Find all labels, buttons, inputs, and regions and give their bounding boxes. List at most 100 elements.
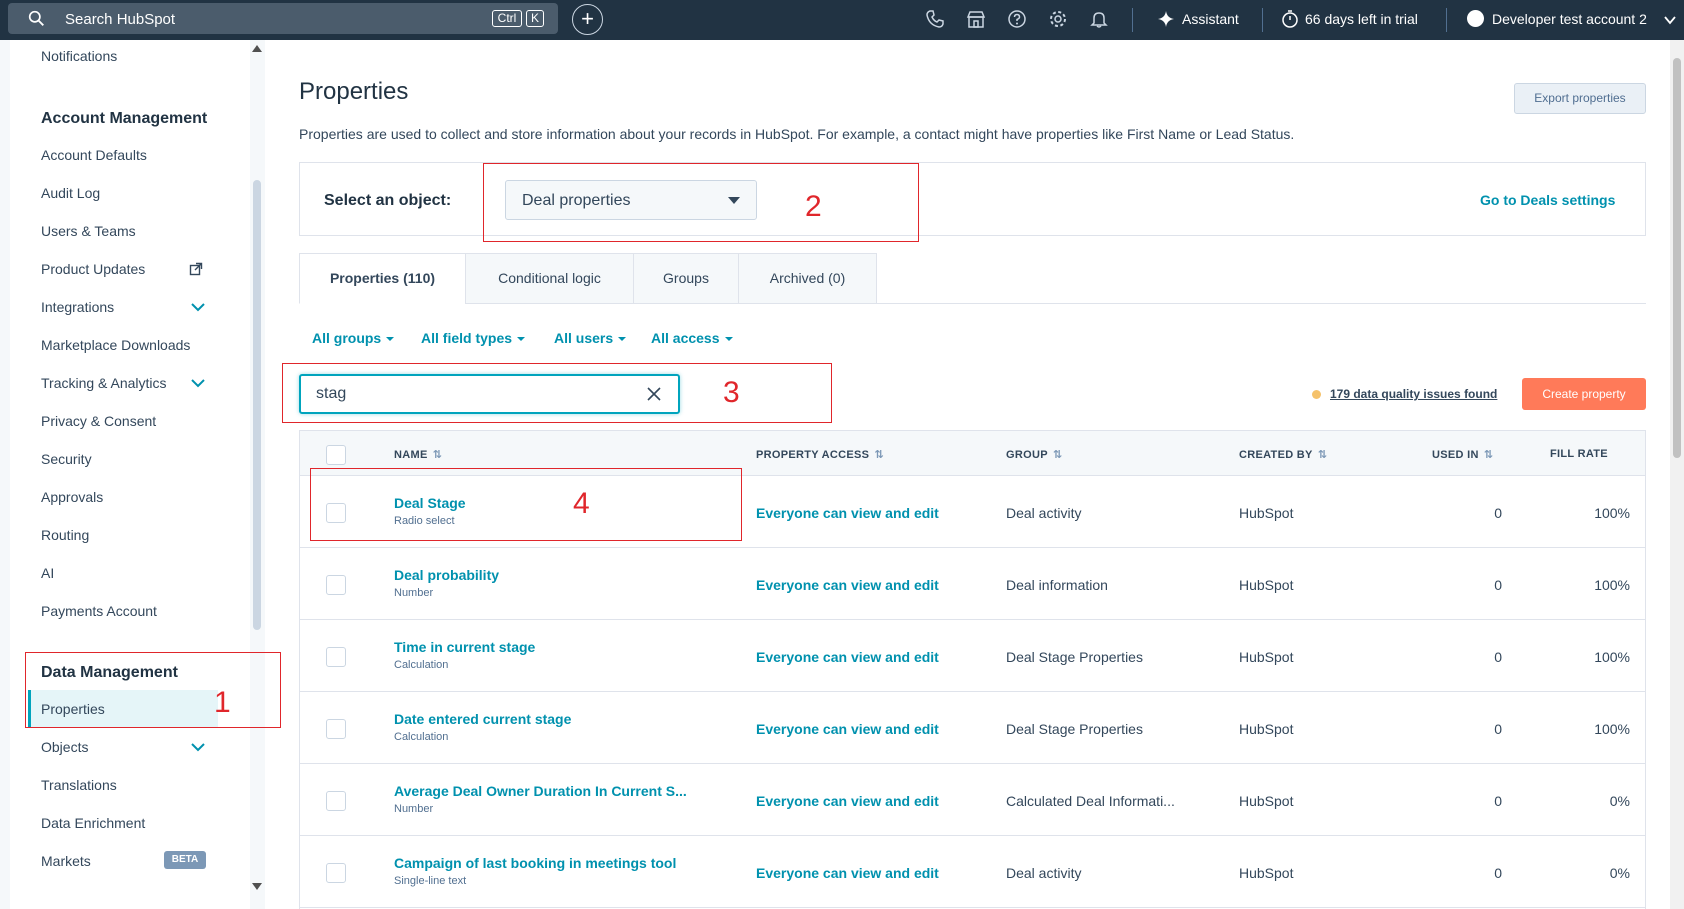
sidebar-item-security[interactable]: Security: [41, 451, 92, 467]
property-name-link[interactable]: Date entered current stage: [394, 711, 571, 727]
property-access-link[interactable]: Everyone can view and edit: [756, 865, 939, 881]
row-checkbox[interactable]: [326, 647, 346, 667]
column-header-name[interactable]: NAME ⇅: [394, 448, 442, 461]
property-fill-rate: 100%: [1594, 577, 1630, 593]
sidebar-item-translations[interactable]: Translations: [41, 777, 117, 793]
column-header-created-by[interactable]: CREATED BY ⇅: [1239, 448, 1327, 461]
sidebar-item-data-enrichment[interactable]: Data Enrichment: [41, 815, 145, 831]
page-description: Properties are used to collect and store…: [299, 126, 1295, 142]
filter-all-access[interactable]: All access: [651, 330, 733, 346]
row-checkbox[interactable]: [326, 863, 346, 883]
row-checkbox[interactable]: [326, 575, 346, 595]
column-header-property-access[interactable]: PROPERTY ACCESS ⇅: [756, 448, 884, 461]
property-created-by: HubSpot: [1239, 793, 1294, 809]
table-row: Average Deal Owner Duration In Current S…: [300, 764, 1645, 836]
help-icon[interactable]: [1007, 9, 1027, 29]
property-name-link[interactable]: Time in current stage: [394, 639, 535, 655]
chevron-down-icon[interactable]: [190, 299, 206, 315]
chevron-down-icon[interactable]: [190, 739, 206, 755]
property-access-link[interactable]: Everyone can view and edit: [756, 505, 939, 521]
sidebar-item-tracking-analytics[interactable]: Tracking & Analytics: [41, 375, 167, 391]
sidebar-item-objects[interactable]: Objects: [41, 739, 88, 755]
property-fill-rate: 100%: [1594, 505, 1630, 521]
sort-icon: ⇅: [1052, 449, 1063, 461]
filter-all-field-types[interactable]: All field types: [421, 330, 526, 346]
global-search-box[interactable]: Search HubSpot Ctrl K: [8, 3, 558, 34]
property-access-link[interactable]: Everyone can view and edit: [756, 793, 939, 809]
tab-groups[interactable]: Groups: [633, 253, 739, 304]
property-name-link[interactable]: Average Deal Owner Duration In Current S…: [394, 783, 687, 799]
sidebar-item-integrations[interactable]: Integrations: [41, 299, 114, 315]
data-quality-issues-link[interactable]: 179 data quality issues found: [1330, 387, 1497, 401]
sidebar-item-approvals[interactable]: Approvals: [41, 489, 103, 505]
row-checkbox[interactable]: [326, 791, 346, 811]
caret-down-icon: [386, 337, 395, 342]
property-used-in: 0: [1494, 793, 1502, 809]
phone-icon[interactable]: [925, 9, 945, 29]
chevron-down-icon[interactable]: [1663, 13, 1677, 27]
sidebar-item-privacy-consent[interactable]: Privacy & Consent: [41, 413, 156, 429]
sidebar-scrollbar-thumb[interactable]: [253, 180, 261, 630]
settings-gear-icon[interactable]: [1048, 9, 1068, 29]
page-title: Properties: [299, 78, 409, 105]
notifications-bell-icon[interactable]: [1089, 9, 1109, 29]
sidebar-item-notifications[interactable]: Notifications: [41, 48, 117, 64]
sidebar-item-ai[interactable]: AI: [41, 565, 54, 581]
account-avatar[interactable]: [1467, 10, 1484, 27]
table-row: Date entered current stage Calculation E…: [300, 692, 1645, 764]
sidebar-item-markets[interactable]: Markets: [41, 853, 91, 869]
sidebar-item-payments-account[interactable]: Payments Account: [41, 603, 157, 619]
sidebar-item-users-teams[interactable]: Users & Teams: [41, 223, 136, 239]
header-label: USED IN: [1432, 449, 1479, 461]
sidebar-item-audit-log[interactable]: Audit Log: [41, 185, 100, 201]
caret-down-icon: [517, 337, 526, 342]
annotation-box-3: [282, 363, 832, 423]
property-group: Deal activity: [1006, 505, 1082, 521]
create-new-button[interactable]: +: [572, 4, 603, 35]
page-scrollbar-thumb[interactable]: [1673, 58, 1681, 458]
scroll-down-arrow-icon[interactable]: [252, 883, 262, 891]
select-all-checkbox[interactable]: [326, 445, 346, 465]
export-properties-button[interactable]: Export properties: [1514, 83, 1646, 114]
column-header-group[interactable]: GROUP ⇅: [1006, 448, 1062, 461]
filter-label: All access: [651, 330, 720, 346]
property-access-link[interactable]: Everyone can view and edit: [756, 577, 939, 593]
assistant-button[interactable]: Assistant: [1182, 11, 1239, 27]
create-property-button[interactable]: Create property: [1522, 378, 1646, 410]
header-label: CREATED BY: [1239, 449, 1313, 461]
property-type: Calculation: [394, 659, 449, 671]
annotation-box-2: [483, 163, 919, 242]
sidebar-item-routing[interactable]: Routing: [41, 527, 89, 543]
property-name-link[interactable]: Deal probability: [394, 567, 499, 583]
property-name-link[interactable]: Campaign of last booking in meetings too…: [394, 855, 676, 871]
trial-days-label[interactable]: 66 days left in trial: [1305, 11, 1418, 27]
header-label: GROUP: [1006, 449, 1048, 461]
go-to-deals-settings-link[interactable]: Go to Deals settings: [1480, 192, 1615, 208]
tab-conditional-logic[interactable]: Conditional logic: [465, 253, 634, 304]
tab-archived[interactable]: Archived (0): [738, 253, 877, 304]
account-name[interactable]: Developer test account 2: [1492, 11, 1647, 27]
sidebar-item-account-defaults[interactable]: Account Defaults: [41, 147, 147, 163]
filter-all-users[interactable]: All users: [554, 330, 627, 346]
annotation-box-4: [310, 468, 742, 541]
property-access-link[interactable]: Everyone can view and edit: [756, 649, 939, 665]
marketplace-icon[interactable]: [966, 9, 986, 29]
filter-all-groups[interactable]: All groups: [312, 330, 395, 346]
scroll-up-arrow-icon[interactable]: [252, 44, 262, 52]
chevron-down-icon[interactable]: [190, 375, 206, 391]
property-type: Single-line text: [394, 875, 467, 887]
page-scrollbar[interactable]: [1670, 40, 1684, 909]
topbar-divider: [1132, 8, 1133, 32]
annotation-box-1: [25, 652, 281, 728]
sidebar-item-marketplace-downloads[interactable]: Marketplace Downloads: [41, 337, 190, 353]
property-access-link[interactable]: Everyone can view and edit: [756, 721, 939, 737]
column-header-used-in[interactable]: USED IN ⇅: [1432, 448, 1493, 461]
tab-properties[interactable]: Properties (110): [299, 253, 466, 304]
annotation-number-4: 4: [573, 487, 590, 520]
property-created-by: HubSpot: [1239, 505, 1294, 521]
table-row: Time in current stage Calculation Everyo…: [300, 620, 1645, 692]
row-checkbox[interactable]: [326, 719, 346, 739]
sidebar-item-product-updates[interactable]: Product Updates: [41, 261, 145, 277]
beta-badge: BETA: [164, 851, 206, 869]
header-label: PROPERTY ACCESS: [756, 449, 870, 461]
